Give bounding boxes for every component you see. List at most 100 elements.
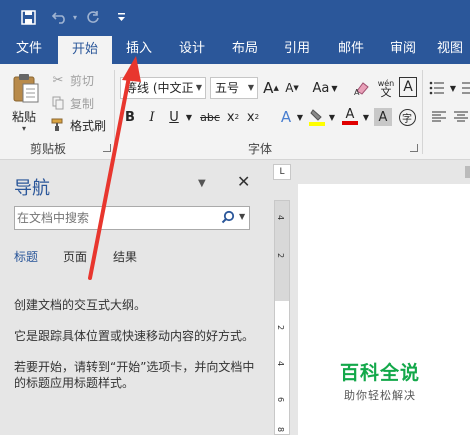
superscript-button[interactable]: x2: [244, 106, 262, 128]
watermark-title: 百科全说: [339, 362, 420, 384]
paste-button[interactable]: 粘贴 ▾: [8, 70, 44, 133]
change-case-icon: Aa: [312, 80, 330, 96]
decrease-arrow-icon: ▼: [293, 84, 299, 92]
phonetic-guide-button[interactable]: wén 文: [375, 77, 397, 99]
bullets-icon: [429, 81, 444, 95]
navigation-pane: 导航 ▼ ✕ ▼ 标题 页面 结果 创建文档的交互式大纲。 它是跟踪具体位置或快…: [0, 160, 265, 435]
font-name-combo[interactable]: 等线 (中文正文) ▼: [120, 77, 206, 99]
align-center-icon: [454, 111, 468, 122]
tab-design[interactable]: 设计: [168, 34, 216, 64]
ruler-number: 2: [276, 252, 286, 259]
font-color-swatch: [342, 121, 358, 125]
chevron-down-icon: ▼: [247, 83, 254, 92]
ribbon: 粘贴 ▾ ✂ 剪切 复制 格式刷 剪贴板 等线 (中文正文) ▼ 五号: [0, 64, 470, 160]
strikethrough-button[interactable]: abc: [198, 106, 222, 128]
font-size-combo[interactable]: 五号 ▼: [210, 77, 258, 99]
customize-qat-icon[interactable]: [114, 8, 128, 26]
redo-icon[interactable]: [84, 8, 102, 26]
undo-icon[interactable]: [50, 8, 70, 26]
italic-button[interactable]: I: [144, 106, 160, 128]
change-case-button[interactable]: Aa ▼: [310, 77, 340, 99]
align-left-icon: [432, 111, 446, 122]
subscript-mark: 2: [234, 113, 240, 121]
increase-arrow-icon: ▲: [273, 84, 279, 92]
format-painter-button[interactable]: 格式刷: [50, 115, 106, 135]
copy-button[interactable]: 复制: [50, 93, 94, 113]
ruler-number: 6: [276, 396, 286, 403]
tab-review[interactable]: 审阅: [380, 34, 426, 64]
bold-button[interactable]: B: [122, 106, 138, 128]
grow-font-icon: A: [263, 79, 274, 97]
font-launcher-icon[interactable]: [410, 144, 418, 152]
chevron-down-icon[interactable]: ▼: [184, 106, 194, 128]
numbering-button[interactable]: [460, 77, 470, 99]
eraser-icon: A: [354, 82, 369, 97]
paste-icon: [13, 74, 39, 103]
nav-help-line: 的标题应用标题样式。: [14, 376, 135, 390]
align-center-button[interactable]: [452, 106, 470, 128]
paintbrush-icon: [50, 117, 66, 133]
subscript-button[interactable]: x2: [224, 106, 242, 128]
superscript-mark: 2: [254, 113, 260, 121]
group-divider: [114, 70, 115, 154]
ribbon-tabs: 文件 开始 插入 设计 布局 引用 邮件 审阅 视图: [0, 34, 470, 64]
chevron-down-icon[interactable]: ▼: [296, 106, 304, 128]
save-icon[interactable]: [18, 8, 38, 26]
cut-button[interactable]: ✂ 剪切: [50, 70, 94, 90]
highlighter-icon: [309, 109, 325, 126]
nav-tab-pages[interactable]: 页面: [63, 248, 87, 265]
nav-tab-results[interactable]: 结果: [113, 248, 137, 265]
watermark-logo: 百科全说 助你轻松解决: [326, 352, 434, 410]
clipboard-group-label: 剪贴板: [30, 142, 67, 156]
tab-mailings[interactable]: 邮件: [328, 34, 374, 64]
chevron-down-icon[interactable]: ▼: [362, 106, 370, 128]
underline-button[interactable]: U: [166, 106, 182, 128]
watermark-subtitle: 助你轻松解决: [344, 389, 416, 402]
undo-dropdown-icon[interactable]: ▾: [70, 8, 80, 26]
grow-font-button[interactable]: A ▲: [262, 77, 280, 99]
chevron-down-icon[interactable]: ▼: [448, 77, 458, 99]
word-window: ▾ 文件 开始 插入 设计 布局 引用 邮件 审阅 视图 粘贴 ▾ ✂ 剪切 复…: [0, 0, 470, 435]
font-color-icon: A: [345, 107, 355, 122]
search-icon[interactable]: [221, 210, 235, 227]
chevron-down-icon: ▼: [195, 83, 202, 92]
tab-home[interactable]: 开始: [58, 36, 112, 64]
font-size-value: 五号: [215, 81, 240, 95]
clipboard-launcher-icon[interactable]: [103, 144, 111, 152]
tab-insert[interactable]: 插入: [114, 34, 164, 64]
tab-selector[interactable]: L: [273, 164, 291, 180]
text-effects-button[interactable]: A: [276, 106, 296, 128]
nav-search-box: ▼: [14, 206, 250, 230]
tab-layout[interactable]: 布局: [222, 34, 268, 64]
bullets-button[interactable]: [428, 77, 446, 99]
align-left-button[interactable]: [430, 106, 448, 128]
nav-help-line: 创建文档的交互式大纲。: [14, 298, 147, 312]
tab-view[interactable]: 视图: [432, 34, 468, 64]
ruler-number: 4: [276, 360, 286, 367]
scissors-icon: ✂: [52, 72, 64, 88]
font-color-button[interactable]: A: [340, 106, 360, 128]
character-border-button[interactable]: A: [399, 77, 417, 97]
font-group-label: 字体: [248, 142, 273, 156]
search-input[interactable]: [17, 209, 213, 227]
pane-options-icon[interactable]: ▼: [198, 178, 206, 189]
ruler-number: 4: [276, 214, 286, 221]
svg-text:A: A: [354, 88, 360, 97]
tab-references[interactable]: 引用: [274, 34, 320, 64]
enclose-characters-button[interactable]: 字: [398, 106, 416, 128]
tab-file[interactable]: 文件: [6, 34, 52, 64]
chevron-down-icon[interactable]: ▼: [328, 106, 336, 128]
scrollbar-edge[interactable]: [465, 166, 470, 178]
chevron-down-icon[interactable]: ▼: [239, 212, 245, 221]
numbering-icon: [462, 82, 470, 94]
copy-label: 复制: [70, 96, 95, 111]
nav-help-line: 它是跟踪具体位置或快速移动内容的好方式。: [14, 329, 255, 343]
close-icon[interactable]: ✕: [237, 172, 250, 191]
clear-formatting-button[interactable]: A: [352, 77, 372, 99]
nav-tab-headings[interactable]: 标题: [14, 248, 38, 265]
character-shading-button[interactable]: A: [374, 108, 392, 126]
shrink-font-button[interactable]: A ▼: [284, 77, 300, 99]
copy-icon: [50, 95, 66, 111]
highlight-button[interactable]: [306, 106, 328, 128]
format-painter-label: 格式刷: [70, 118, 107, 133]
